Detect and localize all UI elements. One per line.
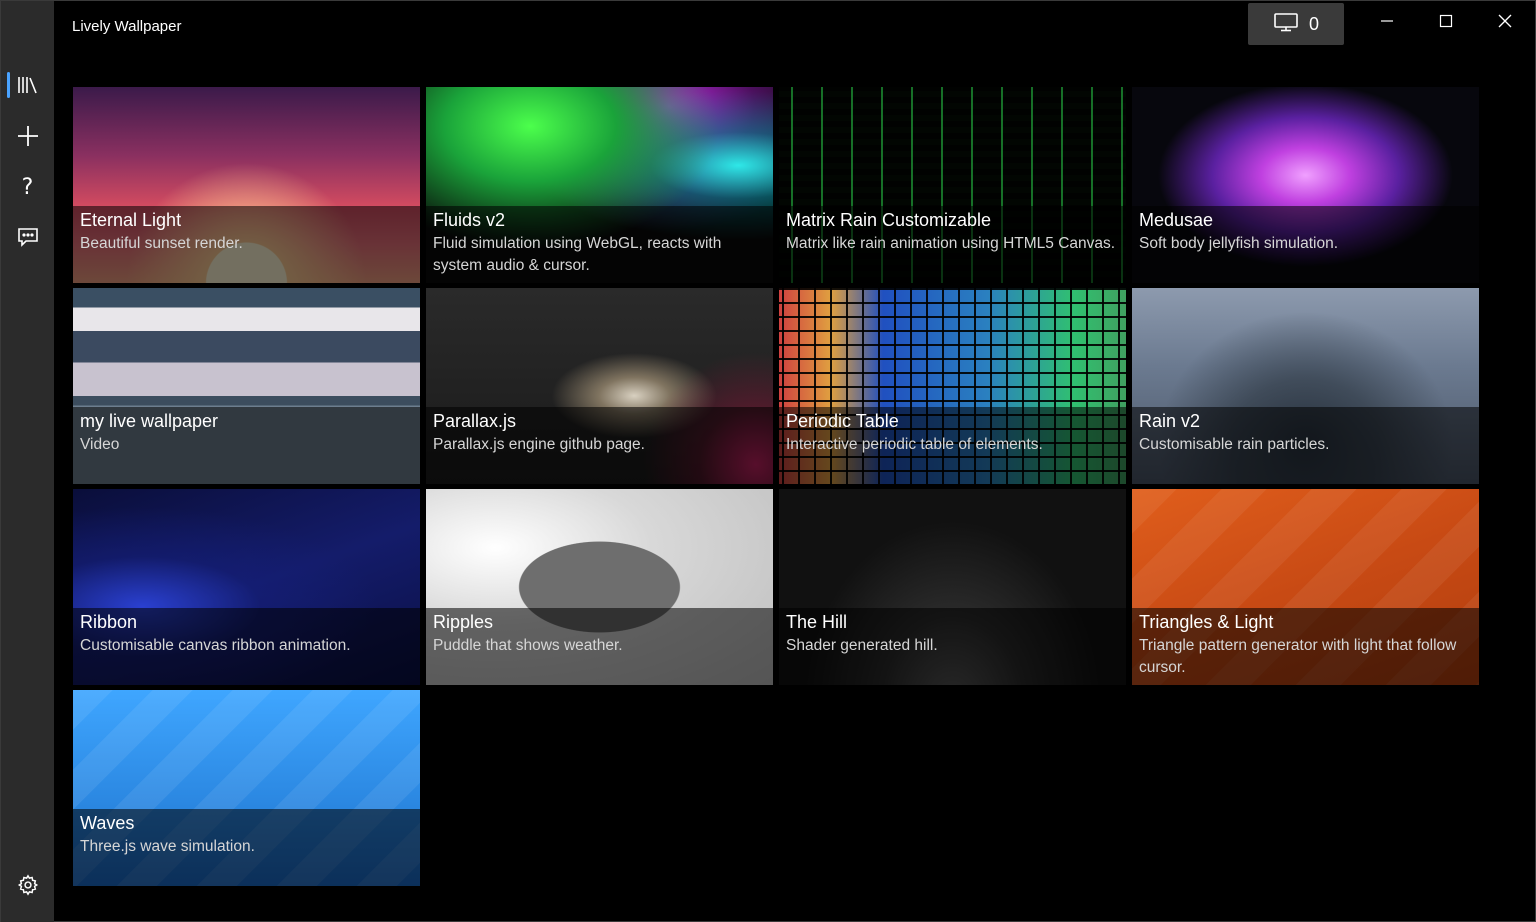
gear-icon xyxy=(17,874,39,896)
tile-title: Medusae xyxy=(1139,210,1214,230)
library-tile[interactable]: Fluids v2 Fluid simulation using WebGL, … xyxy=(426,87,773,283)
library-tile[interactable]: Medusae Soft body jellyfish simulation. xyxy=(1132,87,1479,283)
library-tile[interactable]: my live wallpaper Video xyxy=(73,288,420,484)
maximize-icon xyxy=(1439,14,1453,33)
tile-description: Video xyxy=(80,436,120,453)
tile-title: The Hill xyxy=(786,612,848,632)
add-icon xyxy=(17,125,39,147)
tile-description: Interactive periodic table of elements. xyxy=(786,436,1043,453)
tile-caption: Fluids v2 Fluid simulation using WebGL, … xyxy=(426,206,773,283)
tile-title: Triangles & Light xyxy=(1139,612,1274,632)
tile-description: Parallax.js engine github page. xyxy=(433,436,645,453)
tile-title: Rain v2 xyxy=(1139,411,1201,431)
close-button[interactable] xyxy=(1476,1,1534,45)
tile-title: Fluids v2 xyxy=(433,210,506,230)
tile-caption: Ripples Puddle that shows weather. xyxy=(426,608,773,685)
tile-title: Matrix Rain Customizable xyxy=(786,210,992,230)
library-tile[interactable]: Rain v2 Customisable rain particles. xyxy=(1132,288,1479,484)
minimize-button[interactable] xyxy=(1358,1,1416,45)
help-icon: ? xyxy=(21,174,34,200)
nav-help-button[interactable]: ? xyxy=(1,163,54,211)
app-window: ? Lively Wallpaper 0 Eternal Light Beaut… xyxy=(0,0,1536,922)
library-tile[interactable]: Eternal Light Beautiful sunset render. xyxy=(73,87,420,283)
nav-rail: ? xyxy=(1,1,54,922)
tile-caption: Ribbon Customisable canvas ribbon animat… xyxy=(73,608,420,685)
library-icon xyxy=(17,75,39,95)
tile-caption: my live wallpaper Video xyxy=(73,407,420,484)
library-tile[interactable]: The Hill Shader generated hill. xyxy=(779,489,1126,685)
library-tile[interactable]: Parallax.js Parallax.js engine github pa… xyxy=(426,288,773,484)
tile-title: Eternal Light xyxy=(80,210,182,230)
tile-title: my live wallpaper xyxy=(80,411,219,431)
tile-description: Triangle pattern generator with light th… xyxy=(1139,637,1457,676)
tile-caption: Matrix Rain Customizable Matrix like rai… xyxy=(779,206,1126,283)
close-icon xyxy=(1498,14,1512,33)
nav-add-button[interactable] xyxy=(1,112,54,160)
tile-caption: The Hill Shader generated hill. xyxy=(779,608,1126,685)
library-tile[interactable]: Matrix Rain Customizable Matrix like rai… xyxy=(779,87,1126,283)
title-bar: Lively Wallpaper 0 xyxy=(54,1,1536,49)
tile-description: Customisable rain particles. xyxy=(1139,436,1330,453)
tile-description: Fluid simulation using WebGL, reacts wit… xyxy=(433,235,722,274)
tile-description: Soft body jellyfish simulation. xyxy=(1139,235,1339,252)
minimize-icon xyxy=(1380,14,1394,33)
tile-title: Ripples xyxy=(433,612,494,632)
tile-title: Parallax.js xyxy=(433,411,517,431)
tile-title: Waves xyxy=(80,813,135,833)
nav-settings-button[interactable] xyxy=(1,861,54,909)
feedback-icon xyxy=(17,227,39,247)
library-tile[interactable]: Waves Three.js wave simulation. xyxy=(73,690,420,886)
tile-title: Periodic Table xyxy=(786,411,899,431)
nav-library-button[interactable] xyxy=(1,61,54,109)
tile-description: Shader generated hill. xyxy=(786,637,938,654)
tile-caption: Waves Three.js wave simulation. xyxy=(73,809,420,886)
nav-feedback-button[interactable] xyxy=(1,213,54,261)
library-tile[interactable]: Periodic Table Interactive periodic tabl… xyxy=(779,288,1126,484)
maximize-button[interactable] xyxy=(1417,1,1475,45)
tile-description: Customisable canvas ribbon animation. xyxy=(80,637,351,654)
tile-description: Matrix like rain animation using HTML5 C… xyxy=(786,235,1116,252)
tile-caption: Eternal Light Beautiful sunset render. xyxy=(73,206,420,283)
tile-caption: Rain v2 Customisable rain particles. xyxy=(1132,407,1479,484)
tile-caption: Parallax.js Parallax.js engine github pa… xyxy=(426,407,773,484)
tile-caption: Triangles & Light Triangle pattern gener… xyxy=(1132,608,1479,685)
screen-count: 0 xyxy=(1308,13,1319,34)
tile-title: Ribbon xyxy=(80,612,138,632)
screen-layout-button[interactable]: 0 xyxy=(1248,3,1344,45)
library-tile[interactable]: Triangles & Light Triangle pattern gener… xyxy=(1132,489,1479,685)
library-tile[interactable]: Ribbon Customisable canvas ribbon animat… xyxy=(73,489,420,685)
app-title: Lively Wallpaper xyxy=(72,18,182,35)
monitor-icon xyxy=(1273,12,1299,37)
library-tile[interactable]: Ripples Puddle that shows weather. xyxy=(426,489,773,685)
tile-description: Beautiful sunset render. xyxy=(80,235,243,252)
tile-description: Puddle that shows weather. xyxy=(433,637,623,654)
tile-description: Three.js wave simulation. xyxy=(80,838,255,855)
tile-caption: Periodic Table Interactive periodic tabl… xyxy=(779,407,1126,484)
tile-caption: Medusae Soft body jellyfish simulation. xyxy=(1132,206,1479,283)
